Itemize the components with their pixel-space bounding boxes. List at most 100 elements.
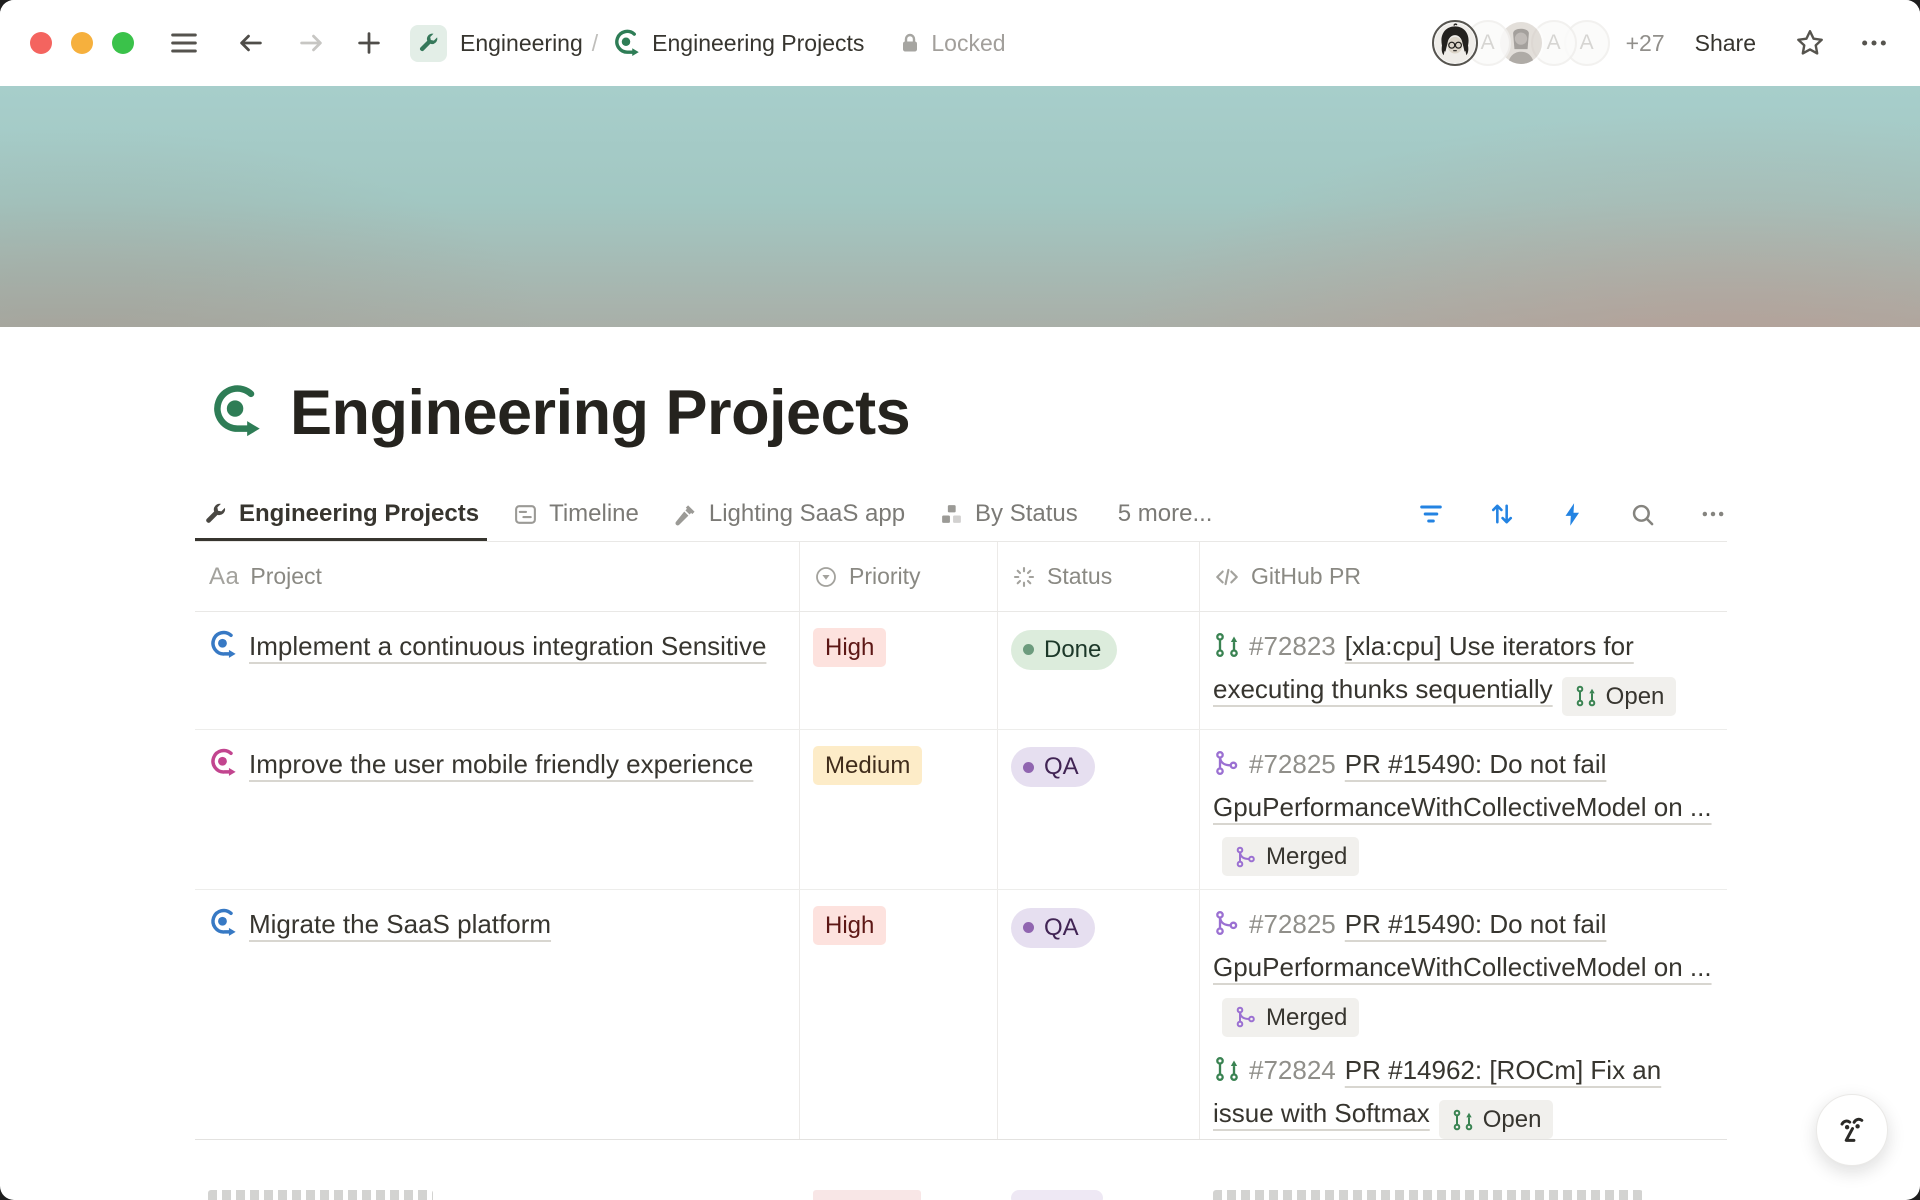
pr-badge-label: Merged	[1266, 998, 1347, 1037]
table-header: Aa Project Priority Status GitHub PR	[195, 542, 1727, 612]
zoom-button[interactable]	[112, 32, 134, 54]
wrench-icon	[203, 502, 228, 527]
status-label: Done	[1044, 630, 1101, 670]
timeline-icon	[513, 502, 538, 527]
notion-ai-button[interactable]	[1816, 1094, 1888, 1166]
pr-entry: #72825PR #15490: Do not fail GpuPerforma…	[1213, 743, 1712, 877]
priority-badge[interactable]: High	[813, 628, 886, 667]
pr-number: #72825	[1249, 749, 1336, 779]
pr-entry: #72825PR #15490: Do not fail GpuPerforma…	[1213, 903, 1712, 1037]
pr-status-badge[interactable]: Merged	[1222, 837, 1359, 876]
view-options-icon[interactable]	[1699, 500, 1727, 528]
pr-state-icon	[1213, 631, 1241, 659]
priority-badge[interactable]: High	[813, 906, 886, 945]
pr-state-icon	[1213, 1055, 1241, 1083]
column-header-status[interactable]: Status	[998, 542, 1200, 611]
status-pill[interactable]: QA	[1011, 747, 1095, 787]
workspace-wrench-icon[interactable]	[410, 25, 447, 62]
column-header-github-pr[interactable]: GitHub PR	[1200, 542, 1727, 611]
pr-status-badge[interactable]: Open	[1439, 1100, 1554, 1139]
project-icon	[208, 747, 239, 778]
filter-icon[interactable]	[1417, 500, 1445, 528]
tab-timeline[interactable]: Timeline	[505, 487, 647, 541]
page-icon-small	[612, 28, 642, 58]
pr-badge-label: Merged	[1266, 837, 1347, 876]
pr-badge-label: Open	[1483, 1100, 1542, 1139]
project-cell[interactable]: Migrate the SaaS platform	[195, 890, 800, 1140]
collaborator-overflow-count[interactable]: +27	[1626, 30, 1665, 57]
priority-cell[interactable]: High	[800, 612, 998, 729]
avatar[interactable]	[1432, 20, 1478, 66]
project-title-link[interactable]: Migrate the SaaS platform	[249, 909, 551, 939]
pr-number: #72825	[1249, 909, 1336, 939]
priority-label: High	[825, 634, 874, 661]
priority-badge[interactable]: Medium	[813, 746, 922, 785]
github-pr-cell[interactable]: #72823[xla:cpu] Use iterators for execut…	[1200, 612, 1727, 729]
sidebar-toggle-button[interactable]	[168, 27, 200, 59]
tab-lighting-saas-app[interactable]: Lighting SaaS app	[665, 487, 913, 541]
code-icon	[1214, 564, 1240, 590]
window-controls	[30, 32, 134, 54]
project-cell[interactable]: Improve the user mobile friendly experie…	[195, 730, 800, 890]
pr-badge-icon	[1451, 1108, 1475, 1132]
status-cell[interactable]: QA	[998, 730, 1200, 890]
pr-number: #72824	[1249, 1055, 1336, 1085]
column-header-priority[interactable]: Priority	[800, 542, 998, 611]
share-button[interactable]: Share	[1689, 29, 1762, 58]
project-cell[interactable]: Implement a continuous integration Sensi…	[195, 612, 800, 729]
pr-badge-label: Open	[1606, 677, 1665, 716]
status-dot	[1023, 922, 1034, 933]
page-title: Engineering Projects	[290, 377, 910, 449]
breadcrumb-root[interactable]: Engineering	[460, 30, 583, 57]
more-options-icon[interactable]	[1858, 27, 1890, 59]
tab-engineering-projects[interactable]: Engineering Projects	[195, 487, 487, 541]
project-title-link[interactable]: Implement a continuous integration Sensi…	[249, 631, 766, 661]
automation-bolt-icon[interactable]	[1559, 501, 1586, 528]
breadcrumb-current[interactable]: Engineering Projects	[652, 30, 864, 57]
status-cell[interactable]: QA	[998, 890, 1200, 1140]
status-pill[interactable]: Done	[1011, 630, 1117, 670]
priority-cell[interactable]: Medium	[800, 730, 998, 890]
status-dot	[1023, 644, 1034, 655]
github-pr-cell[interactable]: #72825PR #15490: Do not fail GpuPerforma…	[1200, 890, 1727, 1140]
back-button[interactable]	[236, 28, 266, 58]
close-button[interactable]	[30, 32, 52, 54]
minimize-button[interactable]	[71, 32, 93, 54]
collaborator-avatars: A A A	[1432, 20, 1610, 66]
table-row: Improve the user mobile friendly experie…	[195, 730, 1727, 891]
github-pr-cell[interactable]: #72825PR #15490: Do not fail GpuPerforma…	[1200, 730, 1727, 890]
pr-entry: #72823[xla:cpu] Use iterators for execut…	[1213, 625, 1712, 716]
pr-badge-icon	[1234, 1005, 1258, 1029]
pr-state-icon	[1213, 749, 1241, 777]
status-dot	[1023, 762, 1034, 773]
sort-icon[interactable]	[1488, 500, 1516, 528]
column-header-project[interactable]: Aa Project	[195, 542, 800, 611]
app-window: Engineering / Engineering Projects Locke…	[0, 0, 1920, 1200]
lock-icon	[898, 31, 922, 55]
priority-cell[interactable]: High	[800, 890, 998, 1140]
pr-entry: #72824PR #14962: [ROCm] Fix an issue wit…	[1213, 1049, 1712, 1140]
locked-indicator[interactable]: Locked	[898, 30, 1005, 57]
pr-status-badge[interactable]: Merged	[1222, 998, 1359, 1037]
view-tabs: Engineering Projects Timeline Lighting S…	[195, 487, 1727, 542]
board-icon	[939, 502, 964, 527]
toolbar: Engineering / Engineering Projects Locke…	[0, 0, 1920, 86]
favorite-star-icon[interactable]	[1794, 27, 1826, 59]
more-views-button[interactable]: 5 more...	[1112, 499, 1219, 529]
search-icon[interactable]	[1629, 501, 1656, 528]
new-tab-button[interactable]	[354, 28, 384, 58]
hammer-icon	[673, 502, 698, 527]
status-pill[interactable]: QA	[1011, 908, 1095, 948]
status-label: QA	[1044, 747, 1079, 787]
project-title-link[interactable]: Improve the user mobile friendly experie…	[249, 749, 753, 779]
pr-state-icon	[1213, 909, 1241, 937]
forward-button[interactable]	[296, 28, 326, 58]
project-icon	[208, 629, 239, 660]
ai-face-icon	[1831, 1109, 1873, 1151]
status-cell[interactable]: Done	[998, 612, 1200, 729]
page-cover	[0, 86, 1920, 327]
pr-status-badge[interactable]: Open	[1562, 677, 1677, 716]
pr-badge-icon	[1234, 845, 1258, 869]
tab-by-status[interactable]: By Status	[931, 487, 1086, 541]
page-icon[interactable]	[208, 382, 266, 445]
